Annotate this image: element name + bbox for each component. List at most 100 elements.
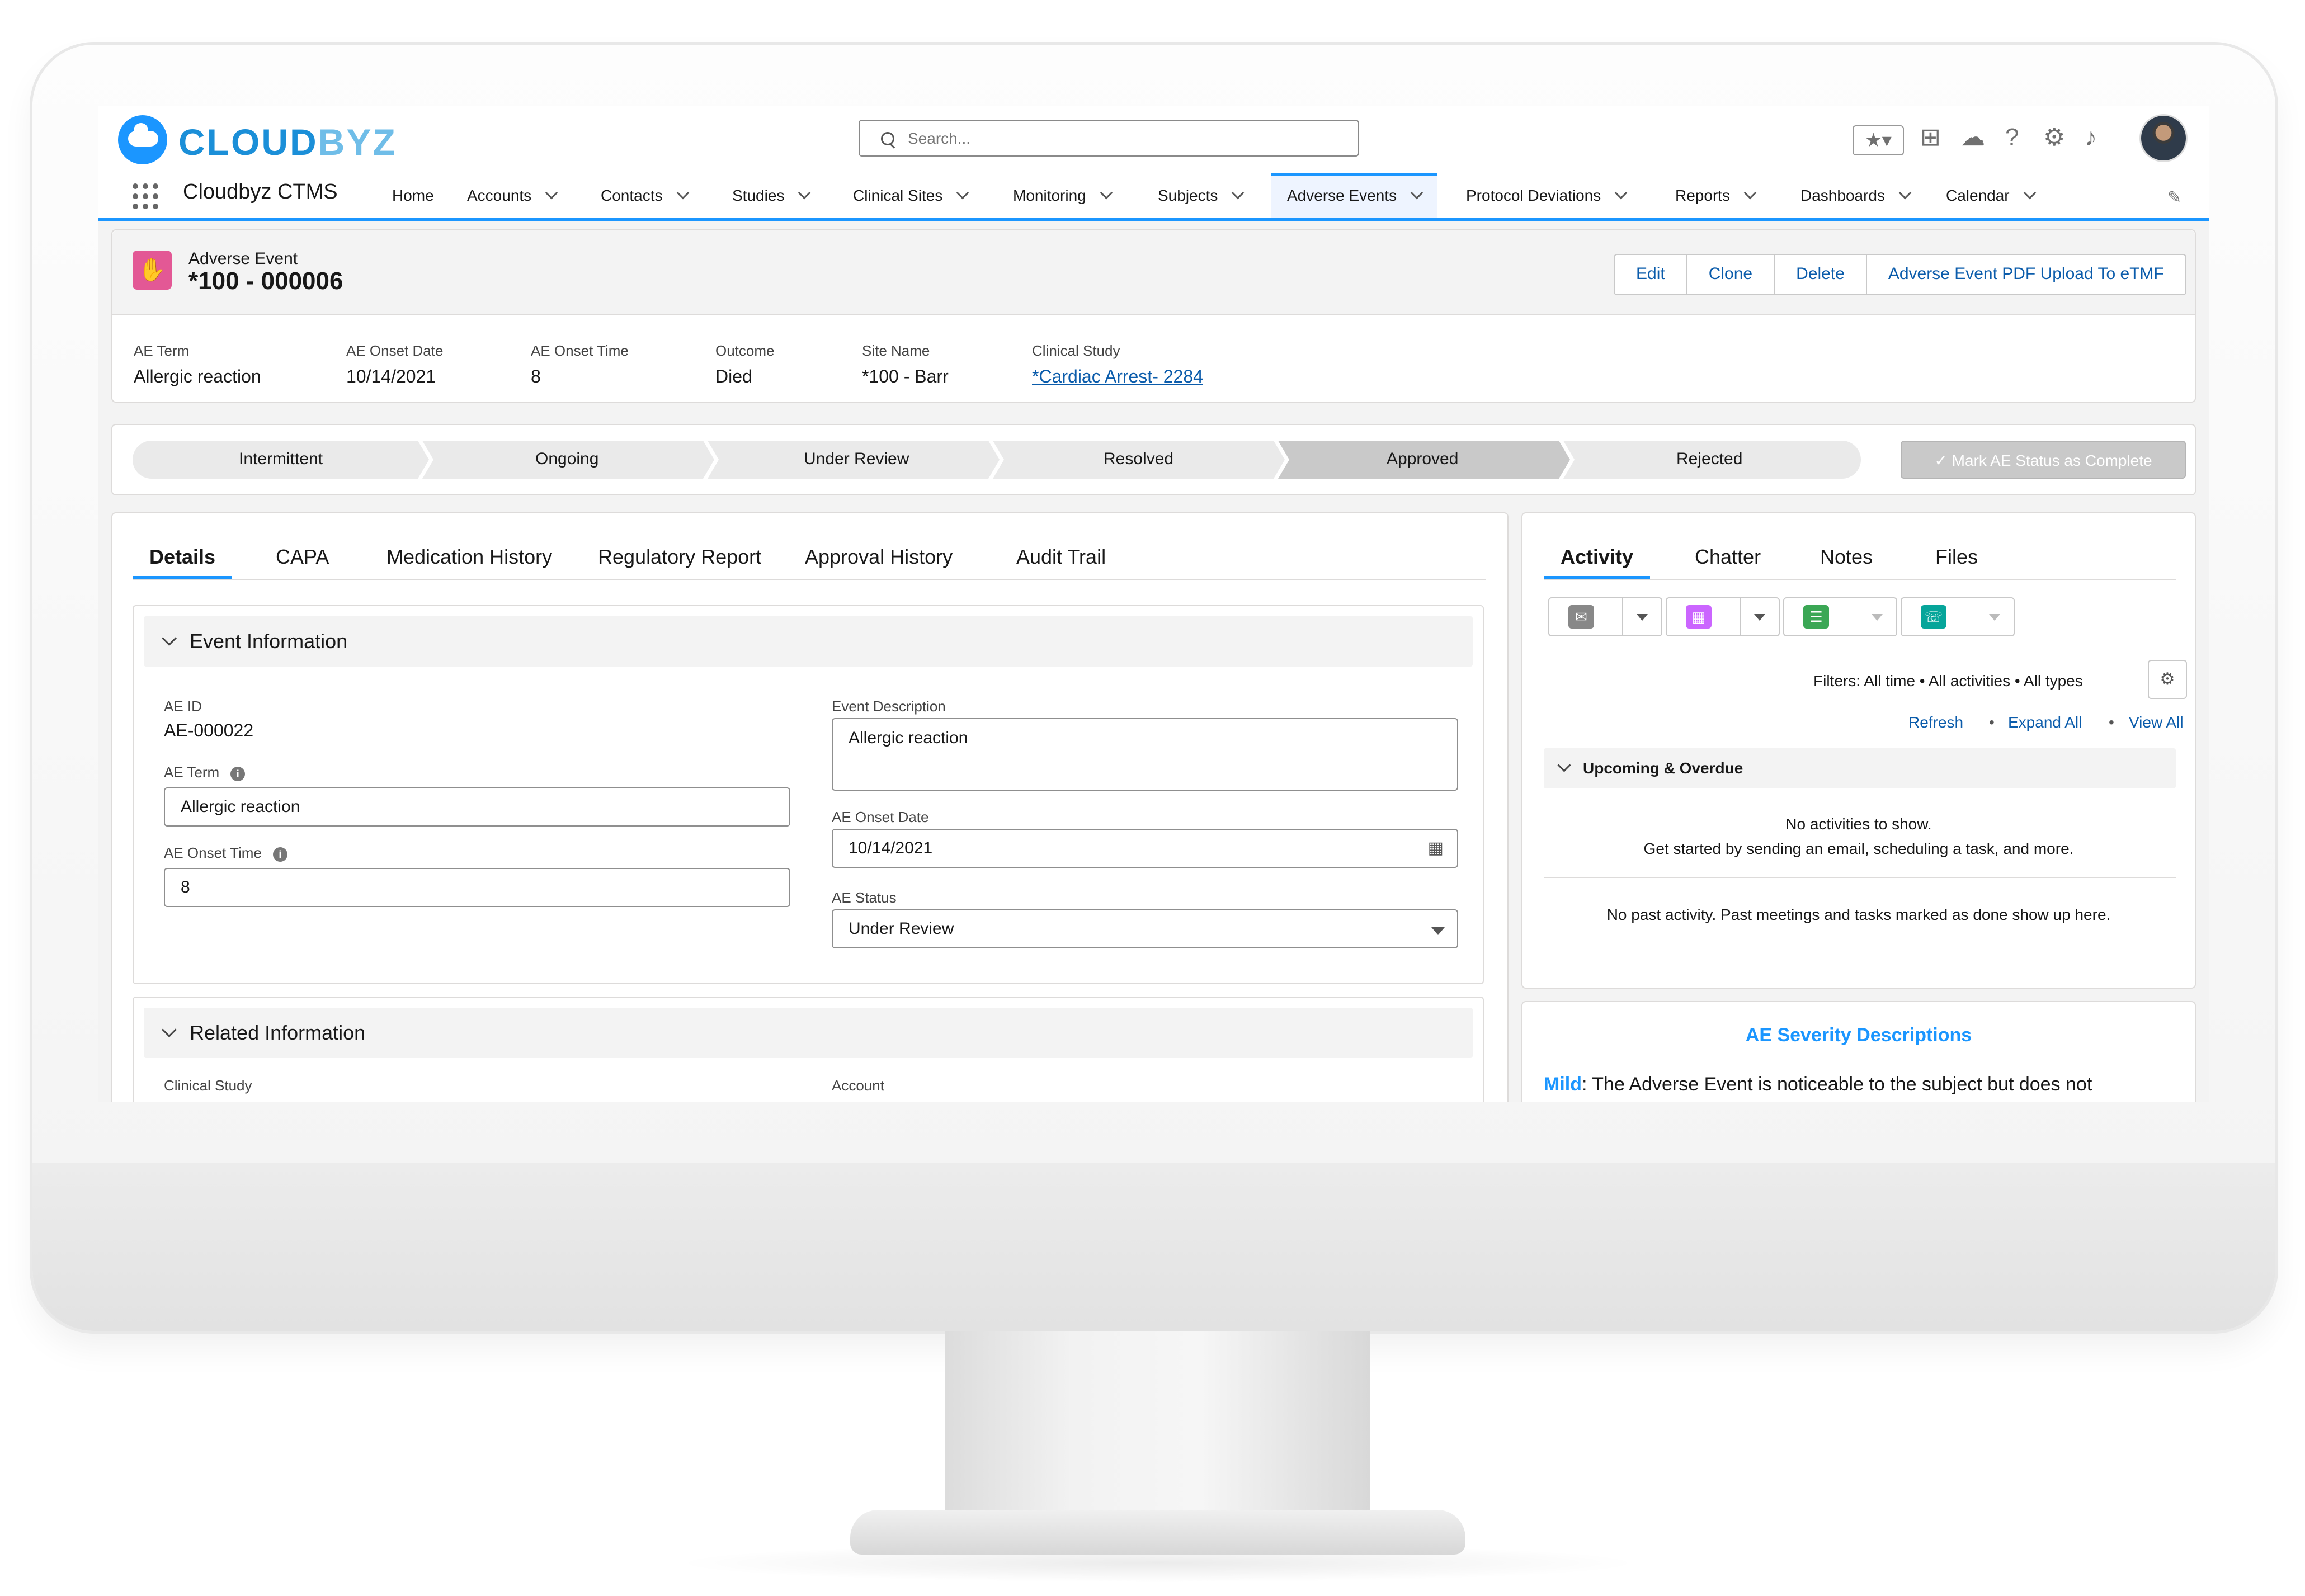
ae-onset-date-input[interactable]: 10/14/2021 ▦ (832, 829, 1458, 868)
chevron-down-icon[interactable] (1740, 598, 1779, 635)
related-information-section: Related Information Clinical Study Accou… (133, 997, 1484, 1102)
highlight-clinical-study: Clinical Study *Cardiac Arrest- 2284 (1032, 342, 1203, 387)
nav-item-monitoring[interactable]: Monitoring (1013, 173, 1113, 218)
tab-medication-history[interactable]: Medication History (386, 535, 552, 579)
chevron-down-icon[interactable] (1622, 598, 1661, 635)
related-information-header[interactable]: Related Information (144, 1008, 1473, 1058)
chevron-down-icon[interactable] (545, 186, 558, 200)
ae-onset-time-input[interactable]: 8 (164, 868, 790, 907)
event-information-header[interactable]: Event Information (144, 616, 1473, 667)
nav-item-dashboards[interactable]: Dashboards (1800, 173, 1912, 218)
tab-approval-history[interactable]: Approval History (805, 535, 953, 579)
tab-regulatory-report[interactable]: Regulatory Report (598, 535, 761, 579)
delete-button[interactable]: Delete (1774, 255, 1866, 294)
edit-button[interactable]: Edit (1615, 255, 1686, 294)
nav-item-studies[interactable]: Studies (732, 173, 811, 218)
adverse-event-icon: ✋ (133, 251, 172, 290)
tab-details[interactable]: Details (133, 535, 233, 579)
chevron-down-icon[interactable] (798, 186, 811, 200)
info-icon[interactable]: i (230, 767, 246, 781)
nav-item-adverse-events[interactable]: Adverse Events (1271, 173, 1437, 218)
chevron-down-icon[interactable] (956, 186, 969, 200)
mark-status-complete-button[interactable]: ✓ Mark AE Status as Complete (1901, 441, 2186, 479)
upcoming-overdue-header[interactable]: Upcoming & Overdue (1544, 748, 2176, 788)
highlight-ae-term: AE Term Allergic reaction (134, 342, 261, 386)
severity-panel: AE Severity Descriptions Mild: The Adver… (1521, 1001, 2196, 1102)
tab-audit-trail[interactable]: Audit Trail (1016, 535, 1106, 579)
nav-item-subjects[interactable]: Subjects (1158, 173, 1245, 218)
dropdown-arrow-icon (1431, 927, 1445, 935)
ae-status-select[interactable]: Under Review (832, 909, 1458, 948)
ae-onset-time-label: AE Onset Time i (164, 844, 287, 862)
nav-item-protocol-deviations[interactable]: Protocol Deviations (1466, 173, 1628, 218)
chevron-down-icon (1858, 598, 1896, 635)
add-icon[interactable]: ⊞ (1920, 125, 1941, 150)
clinical-study-link[interactable]: *Cardiac Arrest- 2284 (1032, 366, 1203, 387)
cloud-shape (128, 123, 158, 147)
edit-nav-icon[interactable]: ✎ (2167, 188, 2181, 207)
gear-icon[interactable]: ⚙ (2043, 125, 2065, 150)
trailhead-icon[interactable]: ☁ (1960, 125, 1985, 150)
path-step-resolved[interactable]: Resolved (1104, 450, 1173, 469)
severity-mild-text: Mild: The Adverse Event is noticeable to… (1544, 1074, 2092, 1095)
chevron-down-icon[interactable] (1232, 186, 1245, 200)
search-input[interactable] (907, 128, 1345, 150)
pdf-upload-button[interactable]: Adverse Event PDF Upload To eTMF (1865, 255, 2185, 294)
highlight-ae-onset-date: AE Onset Date 10/14/2021 (346, 342, 444, 386)
tab-capa[interactable]: CAPA (276, 535, 329, 579)
path-step-approved[interactable]: Approved (1387, 450, 1458, 469)
chevron-down-icon[interactable] (2023, 186, 2036, 200)
view-all-link[interactable]: View All (2129, 714, 2184, 731)
global-search[interactable] (859, 120, 1359, 157)
calendar-icon[interactable]: ▦ (1428, 830, 1444, 867)
chevron-down-icon[interactable] (1898, 186, 1912, 200)
bell-icon[interactable]: ♪ (2085, 125, 2097, 150)
chevron-down-icon[interactable] (1100, 186, 1113, 200)
help-icon[interactable]: ? (2005, 125, 2019, 150)
info-icon[interactable]: i (272, 847, 287, 862)
clone-button[interactable]: Clone (1686, 255, 1774, 294)
chevron-down-icon[interactable] (1410, 186, 1423, 200)
highlight-site-name: Site Name *100 - Barr (862, 342, 949, 386)
ae-term-input[interactable]: Allergic reaction (164, 787, 790, 827)
tab-activity[interactable]: Activity (1544, 535, 1651, 579)
brand-logo[interactable]: CLOUDBYZ (178, 121, 397, 163)
nav-item-accounts[interactable]: Accounts (467, 173, 558, 218)
tab-notes[interactable]: Notes (1820, 535, 1873, 579)
avatar[interactable] (2139, 114, 2188, 162)
app-launcher-icon[interactable] (133, 183, 159, 210)
refresh-link[interactable]: Refresh (1908, 714, 1963, 731)
path-step-intermittent[interactable]: Intermittent (239, 450, 323, 469)
ae-id-label: AE ID (164, 698, 202, 715)
path-step-ongoing[interactable]: Ongoing (535, 450, 598, 469)
expand-all-link[interactable]: Expand All (2008, 714, 2082, 731)
nav-item-reports[interactable]: Reports (1675, 173, 1757, 218)
highlight-ae-onset-time: AE Onset Time 8 (531, 342, 629, 386)
call-action-button[interactable]: ☏ (1901, 597, 2015, 636)
event-action-button[interactable]: ▦ (1666, 597, 1780, 636)
event-description-textarea[interactable]: Allergic reaction (832, 718, 1458, 791)
divider (1544, 877, 2176, 878)
nav-item-home[interactable]: Home (392, 173, 434, 218)
nav-item-contacts[interactable]: Contacts (601, 173, 689, 218)
separator-dot: • (2109, 714, 2114, 731)
app-name: Cloudbyz CTMS (183, 180, 338, 204)
chevron-down-icon[interactable] (1614, 186, 1628, 200)
record-header: ✋ Adverse Event *100 - 000006 Edit Clone… (112, 230, 2195, 315)
gear-icon[interactable]: ⚙ (2148, 660, 2187, 699)
calendar-icon: ▦ (1686, 605, 1712, 629)
chevron-down-icon[interactable] (676, 186, 689, 200)
tab-chatter[interactable]: Chatter (1695, 535, 1761, 579)
chevron-down-icon[interactable] (1743, 186, 1757, 200)
tab-files[interactable]: Files (1935, 535, 1978, 579)
nav-item-calendar[interactable]: Calendar (1946, 173, 2036, 218)
monitor-base (850, 1510, 1465, 1555)
app-screen: CLOUDBYZ ★▾ ⊞ ☁ ? ⚙ ♪ Cloudbyz CTMS Home… (98, 106, 2209, 1102)
email-action-button[interactable]: ✉ (1548, 597, 1662, 636)
get-started-text: Get started by sending an email, schedul… (1643, 840, 2074, 857)
nav-item-clinical-sites[interactable]: Clinical Sites (853, 173, 969, 218)
task-action-button[interactable]: ☰ (1783, 597, 1897, 636)
path-step-under-review[interactable]: Under Review (804, 450, 909, 469)
favorites-button[interactable]: ★▾ (1853, 125, 1904, 155)
path-step-rejected[interactable]: Rejected (1676, 450, 1742, 469)
